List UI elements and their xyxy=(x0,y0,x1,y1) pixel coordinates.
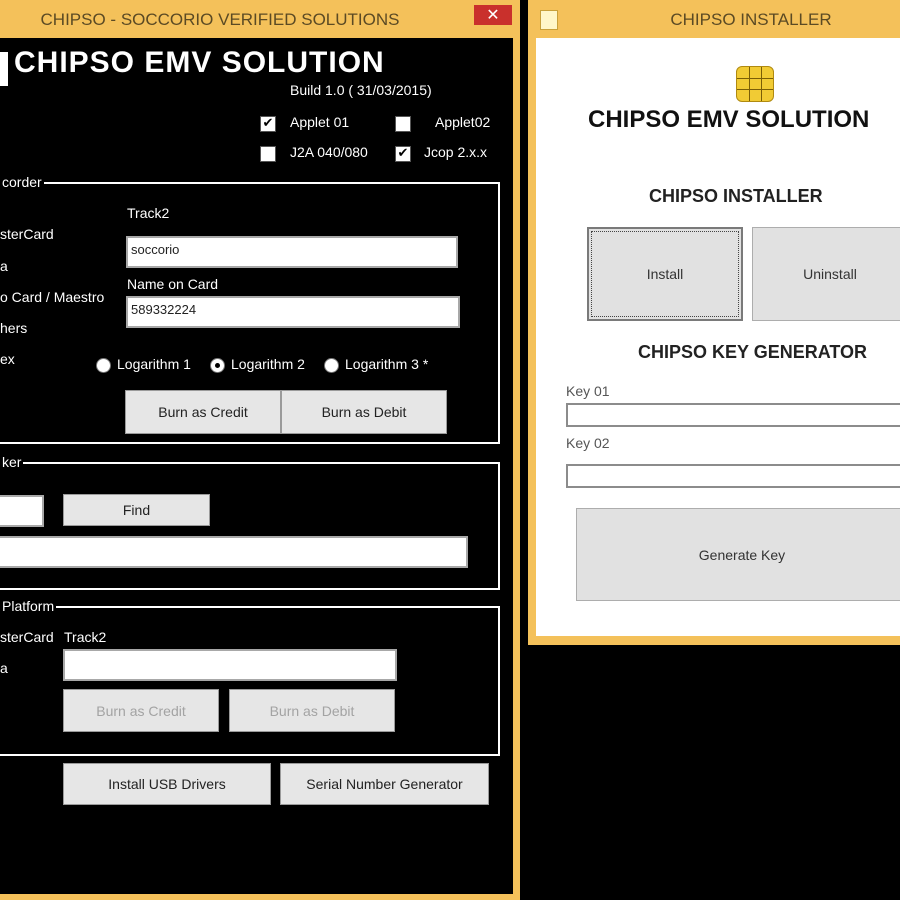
checker-result-field[interactable] xyxy=(0,536,468,568)
platform-track2-label: Track2 xyxy=(64,629,107,645)
platform-group-label: Platform xyxy=(0,598,57,614)
close-button[interactable]: ✕ xyxy=(474,5,512,25)
install-usb-drivers-button[interactable]: Install USB Drivers xyxy=(63,763,271,805)
jcop-checkbox[interactable]: ✔ xyxy=(395,146,411,162)
find-button[interactable]: Find xyxy=(63,494,210,526)
logarithm-2-label[interactable]: Logarithm 2 xyxy=(231,356,305,372)
logarithm-1-label[interactable]: Logarithm 1 xyxy=(117,356,191,372)
main-window: CHIPSO - SOCCORIO VERIFIED SOLUTIONS ✕ C… xyxy=(0,0,520,900)
track2-label: Track2 xyxy=(127,205,170,221)
logarithm-1-radio[interactable] xyxy=(96,358,111,373)
platform-track2-input[interactable] xyxy=(63,649,397,681)
logarithm-3-label[interactable]: Logarithm 3 * xyxy=(345,356,428,372)
applet-01-label: Applet 01 xyxy=(290,114,350,130)
installer-app-title: CHIPSO EMV SOLUTION xyxy=(588,106,870,133)
installer-heading: CHIPSO INSTALLER xyxy=(649,186,823,206)
generate-key-button[interactable]: Generate Key xyxy=(576,508,900,601)
key-02-label: Key 02 xyxy=(566,435,610,451)
emv-chip-icon xyxy=(736,66,774,102)
main-window-title: CHIPSO - SOCCORIO VERIFIED SOLUTIONS xyxy=(40,10,400,29)
applet-01-checkbox[interactable]: ✔ xyxy=(260,116,276,132)
burn-as-credit-button[interactable]: Burn as Credit xyxy=(125,390,281,434)
installer-window-title: CHIPSO INSTALLER xyxy=(670,10,832,29)
applet-02-checkbox[interactable] xyxy=(395,116,411,132)
key-01-label: Key 01 xyxy=(566,383,610,399)
card-type-amex[interactable]: ex xyxy=(0,351,15,367)
platform-burn-as-debit-button[interactable]: Burn as Debit xyxy=(229,689,395,732)
app-title: CHIPSO EMV SOLUTION xyxy=(14,46,385,79)
j2a-checkbox[interactable] xyxy=(260,146,276,162)
key-generator-heading: CHIPSO KEY GENERATOR xyxy=(638,342,868,362)
install-button[interactable]: Install xyxy=(587,227,743,321)
track2-input[interactable]: soccorio xyxy=(126,236,458,268)
platform-card-type-mastercard[interactable]: sterCard xyxy=(0,629,54,645)
name-on-card-input[interactable]: 589332224 xyxy=(126,296,460,328)
logarithm-2-radio[interactable] xyxy=(210,358,225,373)
platform-card-type-visa[interactable]: a xyxy=(0,660,8,676)
checker-group xyxy=(0,462,500,590)
card-type-others[interactable]: hers xyxy=(0,320,27,336)
checker-group-label: ker xyxy=(0,454,24,470)
logarithm-3-radio[interactable] xyxy=(324,358,339,373)
burn-as-debit-button[interactable]: Burn as Debit xyxy=(281,390,447,434)
platform-burn-as-credit-button[interactable]: Burn as Credit xyxy=(63,689,219,732)
recorder-group-label: corder xyxy=(0,174,44,190)
build-version: Build 1.0 ( 31/03/2015) xyxy=(290,82,432,98)
card-type-visa[interactable]: a xyxy=(0,258,8,274)
installer-window: CHIPSO INSTALLER CHIPSO EMV SOLUTION CHI… xyxy=(528,0,900,645)
uninstall-button[interactable]: Uninstall xyxy=(752,227,900,321)
name-on-card-label: Name on Card xyxy=(127,276,219,292)
checker-input[interactable] xyxy=(0,495,44,527)
logo-fragment xyxy=(0,52,8,86)
main-window-client: CHIPSO EMV SOLUTION Build 1.0 ( 31/03/20… xyxy=(0,38,513,894)
j2a-label: J2A 040/080 xyxy=(290,144,368,160)
jcop-label: Jcop 2.x.x xyxy=(424,144,488,160)
key-01-input[interactable] xyxy=(566,403,900,427)
key-02-input[interactable] xyxy=(566,464,900,488)
serial-number-generator-button[interactable]: Serial Number Generator xyxy=(280,763,489,805)
installer-window-client: CHIPSO EMV SOLUTION CHIPSO INSTALLER Ins… xyxy=(536,38,900,636)
applet-02-label: Applet02 xyxy=(435,114,491,130)
card-type-maestro[interactable]: o Card / Maestro xyxy=(0,289,104,305)
card-type-mastercard[interactable]: sterCard xyxy=(0,226,54,242)
